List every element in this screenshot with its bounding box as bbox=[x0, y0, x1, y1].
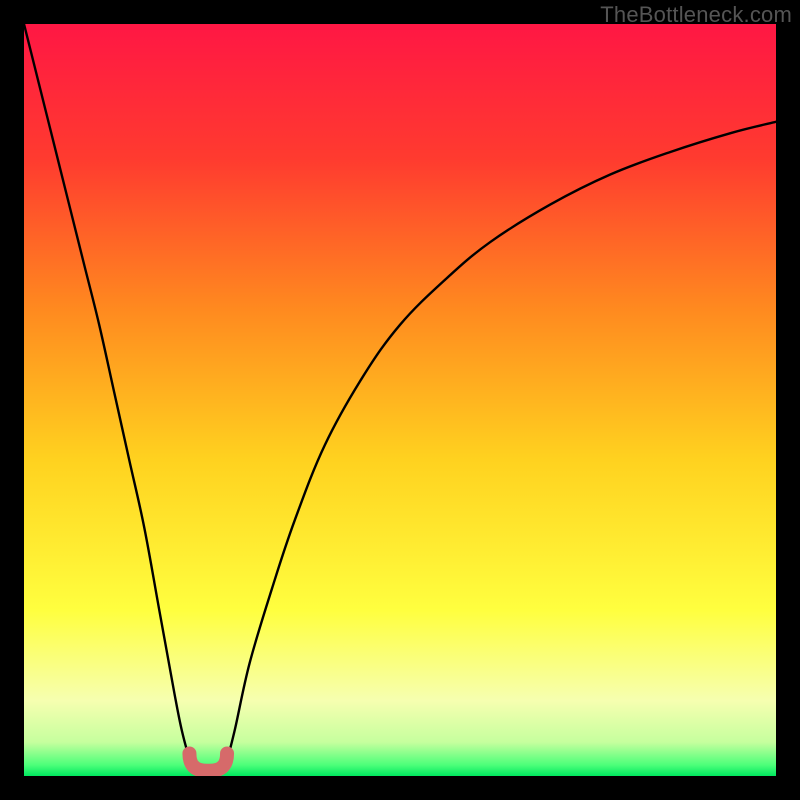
watermark-text: TheBottleneck.com bbox=[600, 2, 792, 28]
chart-container: TheBottleneck.com bbox=[0, 0, 800, 800]
bottleneck-chart bbox=[24, 24, 776, 776]
gradient-background bbox=[24, 24, 776, 776]
